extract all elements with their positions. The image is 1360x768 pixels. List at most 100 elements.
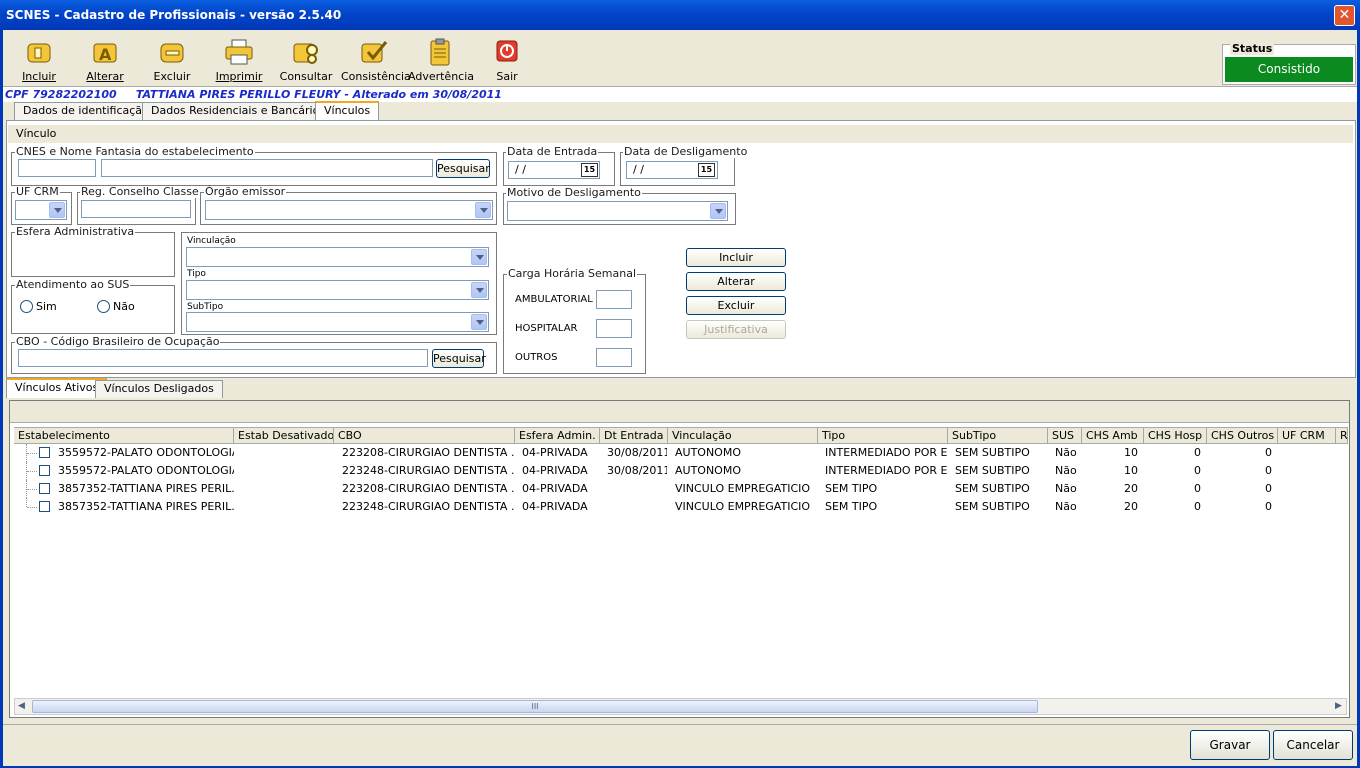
sus-nao-label: Não (113, 300, 135, 313)
tab-vinculos-desligados[interactable]: Vínculos Desligados (95, 380, 223, 398)
cell-subtipo: SEM SUBTIPO (955, 464, 1030, 477)
chevron-down-icon[interactable] (710, 203, 726, 219)
toolbar-label: Alterar (86, 70, 124, 83)
toolbar-imprimir-button[interactable]: Imprimir (207, 36, 271, 86)
cell-sus: Não (1055, 482, 1077, 495)
sus-nao-radio[interactable] (97, 300, 110, 313)
toolbar-excluir-button[interactable]: Excluir (140, 36, 204, 86)
cell-estabelecimento: 3559572-PALATO ODONTOLOGIA (58, 446, 234, 459)
cell-esfera: 04-PRIVADA (522, 446, 588, 459)
atendimento-sus-label: Atendimento ao SUS (15, 278, 131, 291)
calendar-icon[interactable]: 15 (581, 163, 598, 177)
col-dt-entrada[interactable]: Dt Entrada (600, 428, 668, 444)
col-estab-desativado[interactable]: Estab Desativado (234, 428, 334, 444)
sus-sim-radio[interactable] (20, 300, 33, 313)
toolbar-incluir-button[interactable]: Incluir (7, 36, 71, 86)
cbo-pesquisar-button[interactable]: Pesquisar (432, 349, 486, 368)
chevron-down-icon[interactable] (471, 282, 487, 298)
table-row[interactable]: 3559572-PALATO ODONTOLOGIA 223248-CIRURG… (14, 462, 1348, 480)
cell-vinculacao: AUTONOMO (675, 446, 741, 459)
chevron-down-icon[interactable] (471, 249, 487, 265)
vinculo-alterar-button[interactable]: Alterar (686, 272, 786, 291)
row-checkbox[interactable] (39, 501, 50, 512)
cell-esfera: 04-PRIVADA (522, 500, 588, 513)
close-icon[interactable]: ✕ (1334, 5, 1355, 26)
row-checkbox[interactable] (39, 483, 50, 494)
toolbar-sair-button[interactable]: Sair (475, 36, 539, 86)
toolbar-label: Advertência (408, 70, 475, 83)
ambulatorial-input[interactable] (596, 290, 632, 309)
cbo-input[interactable] (18, 349, 428, 367)
table-row[interactable]: 3857352-TATTIANA PIRES PERIL... 223208-C… (14, 480, 1348, 498)
cnes-code-input[interactable] (18, 159, 96, 177)
chevron-down-icon[interactable] (471, 314, 487, 330)
cell-sus: Não (1055, 446, 1077, 459)
tipo-select[interactable] (186, 280, 489, 300)
vinculo-excluir-button[interactable]: Excluir (686, 296, 786, 315)
row-checkbox[interactable] (39, 465, 50, 476)
cell-chs-hosp: 0 (1194, 482, 1201, 495)
toolbar-advertencia-button[interactable]: Advertência (408, 36, 475, 86)
col-cbo[interactable]: CBO (334, 428, 515, 444)
cnes-pesquisar-button[interactable]: Pesquisar (436, 159, 490, 178)
cell-cbo: 223208-CIRURGIAO DENTISTA ... (342, 482, 514, 495)
toolbar-consultar-button[interactable]: Consultar (274, 36, 338, 86)
carga-horaria-label: Carga Horária Semanal (507, 267, 638, 280)
toolbar-label: Incluir (22, 70, 56, 83)
cnes-name-input[interactable] (101, 159, 433, 177)
table-row[interactable]: 3559572-PALATO ODONTOLOGIA 223208-CIRURG… (14, 444, 1348, 462)
cell-tipo: INTERMEDIADO POR E... (825, 464, 947, 477)
chevron-down-icon[interactable] (49, 202, 65, 218)
cell-chs-hosp: 0 (1194, 464, 1201, 477)
col-esfera-admin[interactable]: Esfera Admin. (515, 428, 600, 444)
scroll-right-icon[interactable]: ▶ (1335, 701, 1342, 711)
calendar-icon[interactable]: 15 (698, 163, 715, 177)
cell-chs-outros: 0 (1265, 482, 1272, 495)
cancelar-button[interactable]: Cancelar (1273, 730, 1353, 760)
col-tipo[interactable]: Tipo (818, 428, 948, 444)
vinculo-incluir-button[interactable]: Incluir (686, 248, 786, 267)
col-uf-crm[interactable]: UF CRM (1278, 428, 1336, 444)
reg-conselho-input[interactable] (81, 200, 191, 218)
table-row[interactable]: 3857352-TATTIANA PIRES PERIL... 223248-C… (14, 498, 1348, 516)
toolbar-alterar-button[interactable]: A Alterar (73, 36, 137, 86)
col-vinculacao[interactable]: Vinculação (668, 428, 818, 444)
toolbar-consistencia-button[interactable]: Consistência (341, 36, 411, 86)
gravar-button[interactable]: Gravar (1190, 730, 1270, 760)
col-chs-amb[interactable]: CHS Amb (1082, 428, 1144, 444)
cell-chs-outros: 0 (1265, 446, 1272, 459)
scroll-left-icon[interactable]: ◀ (18, 701, 25, 711)
col-sus[interactable]: SUS (1048, 428, 1082, 444)
cell-estabelecimento: 3559572-PALATO ODONTOLOGIA (58, 464, 234, 477)
chevron-down-icon[interactable] (475, 202, 491, 218)
tab-vinculos-ativos[interactable]: Vínculos Ativos (6, 378, 108, 398)
scrollbar-thumb[interactable]: III (32, 700, 1038, 713)
col-subtipo[interactable]: SubTipo (948, 428, 1048, 444)
vinculo-justificativa-button[interactable]: Justificativa (686, 320, 786, 339)
col-estabelecimento[interactable]: Estabelecimento (14, 428, 234, 444)
cell-tipo: SEM TIPO (825, 482, 878, 495)
vinculacao-select[interactable] (186, 247, 489, 267)
row-checkbox[interactable] (39, 447, 50, 458)
motivo-desligamento-select[interactable] (507, 201, 728, 221)
tab-vinculos[interactable]: Vínculos (315, 101, 380, 121)
hospitalar-input[interactable] (596, 319, 632, 338)
subtipo-label: SubTipo (187, 302, 224, 312)
vinculacao-label: Vinculação (187, 236, 236, 246)
orgao-emissor-select[interactable] (205, 200, 493, 220)
cell-dt-entrada (607, 480, 667, 498)
col-r[interactable]: R (1336, 428, 1348, 444)
outros-label: OUTROS (515, 352, 558, 363)
cell-dt-entrada (607, 498, 667, 516)
cell-cbo: 223248-CIRURGIAO DENTISTA ... (342, 464, 514, 477)
cell-chs-amb: 10 (1124, 446, 1138, 459)
uf-crm-select[interactable] (15, 200, 67, 220)
cell-chs-outros: 0 (1265, 464, 1272, 477)
tab-dados-identificacao[interactable]: Dados de identificação (14, 102, 158, 120)
col-chs-outros[interactable]: CHS Outros (1207, 428, 1278, 444)
col-chs-hosp[interactable]: CHS Hosp (1144, 428, 1207, 444)
outros-input[interactable] (596, 348, 632, 367)
cell-esfera: 04-PRIVADA (522, 482, 588, 495)
tab-dados-residenciais[interactable]: Dados Residenciais e Bancários (142, 102, 335, 120)
subtipo-select[interactable] (186, 312, 489, 332)
